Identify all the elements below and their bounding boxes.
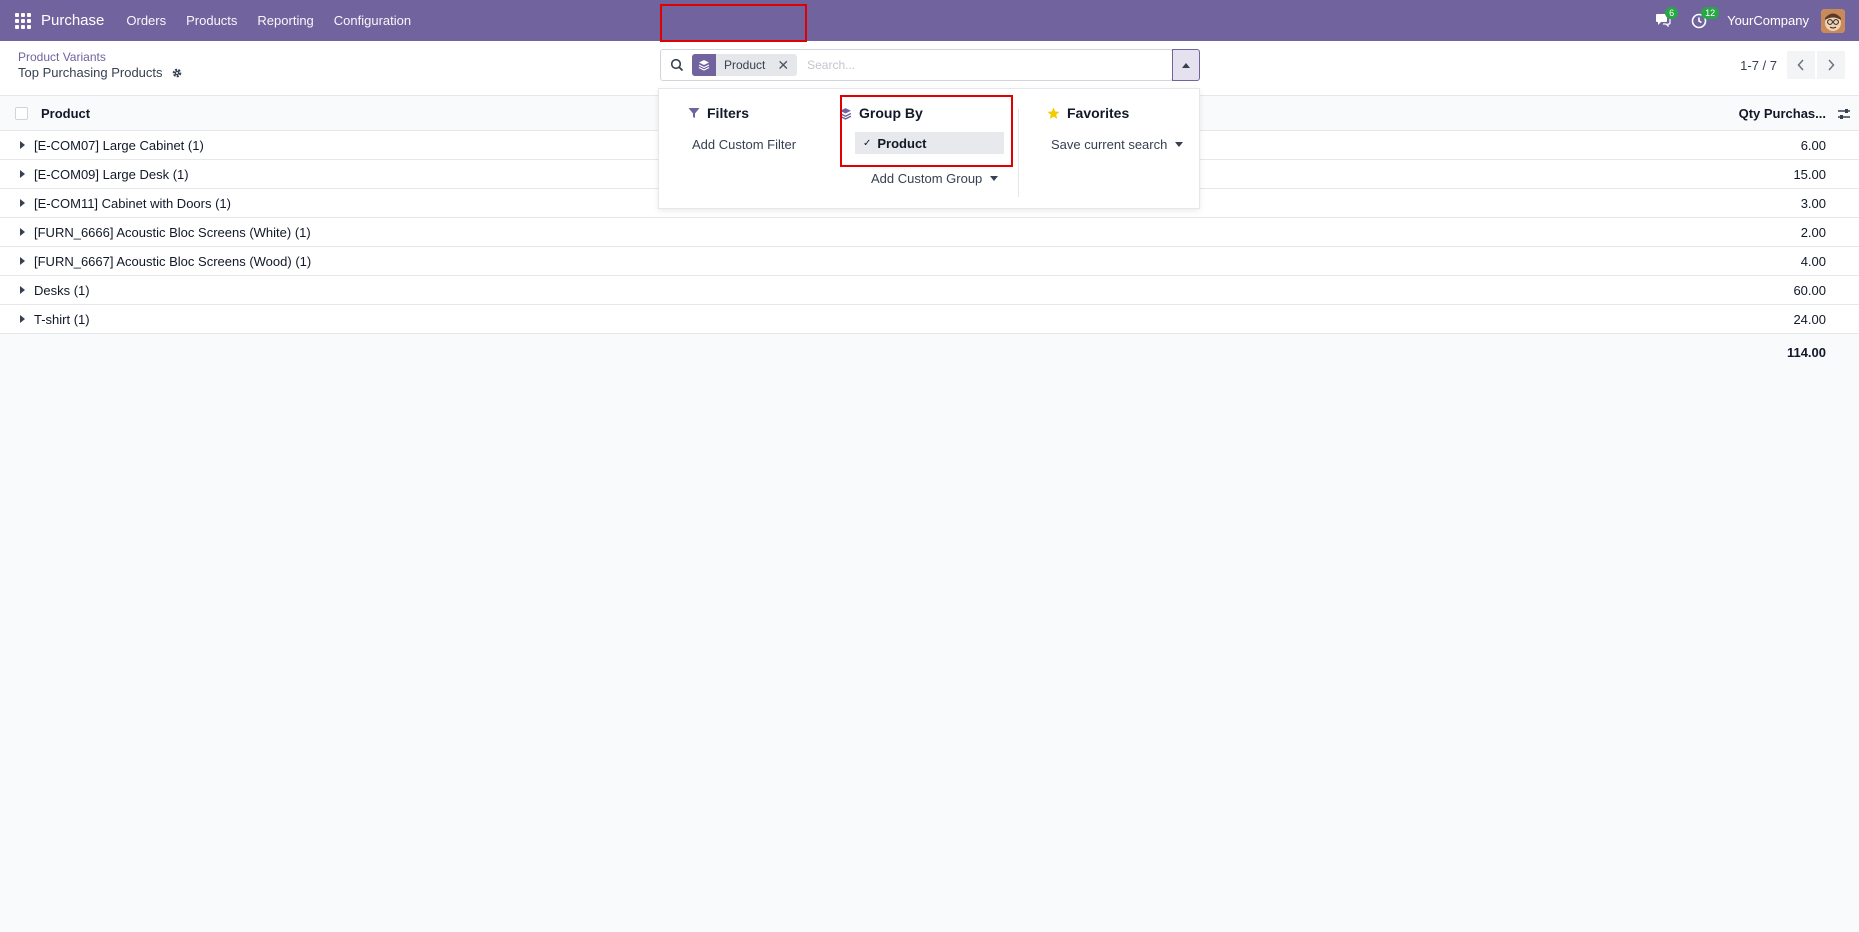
chevron-right-icon [1828, 59, 1835, 71]
group-row[interactable]: [FURN_6667] Acoustic Bloc Screens (Wood)… [0, 247, 1859, 276]
caret-right-icon [20, 199, 25, 207]
group-name: T-shirt (1) [34, 311, 90, 327]
checkmark-icon: ✓ [863, 137, 872, 149]
avatar-face-icon [1821, 8, 1845, 33]
add-custom-group-label: Add Custom Group [871, 171, 983, 186]
filters-section: Filters [688, 105, 749, 121]
facet-label: Product [724, 58, 766, 72]
layers-icon [839, 107, 852, 120]
messages-count-badge: 6 [1665, 6, 1679, 19]
add-custom-group-select[interactable]: Add Custom Group [871, 171, 999, 186]
remove-facet-close-icon[interactable]: ✕ [773, 54, 797, 76]
breadcrumb-product-variants[interactable]: Product Variants [18, 50, 106, 64]
group-qty: 2.00 [1800, 224, 1826, 240]
menu-products[interactable]: Products [186, 13, 237, 28]
gear-icon[interactable] [171, 67, 183, 79]
search-options-toggle-button[interactable] [1172, 49, 1200, 81]
pager-value[interactable]: 1-7 / 7 [1740, 58, 1777, 73]
group-by-option-label: Product [877, 135, 927, 151]
breadcrumb: Top Purchasing Products [18, 65, 183, 80]
chevron-left-icon [1797, 59, 1804, 71]
save-current-search-button[interactable]: Save current search [1051, 137, 1184, 152]
caret-down-icon [990, 176, 999, 181]
search-icon[interactable] [670, 58, 684, 72]
group-name: [E-COM07] Large Cabinet (1) [34, 137, 204, 153]
column-header-product[interactable]: Product [41, 106, 90, 121]
save-current-search-label: Save current search [1051, 137, 1168, 152]
favorites-title: Favorites [1067, 105, 1130, 121]
group-by-option-product[interactable]: ✓ Product [855, 132, 1004, 154]
apps-menu-icon[interactable] [15, 12, 31, 29]
caret-right-icon [20, 315, 25, 323]
caret-down-icon [1175, 142, 1184, 147]
group-by-title: Group By [859, 105, 923, 121]
group-qty: 3.00 [1800, 195, 1826, 211]
menu-orders[interactable]: Orders [126, 13, 166, 28]
star-icon [1047, 107, 1060, 119]
favorites-section: Favorites [1047, 105, 1129, 121]
group-qty: 24.00 [1793, 311, 1826, 327]
pager-previous-button[interactable] [1787, 51, 1815, 79]
group-row[interactable]: T-shirt (1) 24.00 [0, 305, 1859, 334]
page-title: Top Purchasing Products [18, 65, 163, 80]
filters-title: Filters [707, 105, 750, 121]
activities-button[interactable]: 12 [1691, 6, 1720, 29]
caret-right-icon [20, 170, 25, 178]
caret-right-icon [20, 228, 25, 236]
caret-up-icon [1182, 62, 1190, 68]
company-switcher[interactable]: YourCompany [1727, 13, 1809, 28]
list-footer: 114.00 [0, 334, 1859, 368]
caret-right-icon [20, 286, 25, 294]
group-qty: 15.00 [1793, 166, 1826, 182]
optional-columns-sliders-icon[interactable] [1837, 107, 1851, 121]
filter-icon [688, 108, 700, 118]
group-row[interactable]: Desks (1) 60.00 [0, 276, 1859, 305]
app-brand[interactable]: Purchase [41, 12, 104, 29]
group-by-section: Group By [839, 105, 923, 121]
group-qty: 4.00 [1800, 253, 1826, 269]
messages-button[interactable]: 6 [1655, 6, 1679, 29]
column-header-qty-purchased[interactable]: Qty Purchas... [1739, 106, 1826, 121]
group-name: [FURN_6666] Acoustic Bloc Screens (White… [34, 224, 311, 240]
caret-right-icon [20, 141, 25, 149]
group-name: [FURN_6667] Acoustic Bloc Screens (Wood)… [34, 253, 312, 269]
search-bar[interactable]: Product ✕ [660, 49, 1173, 81]
top-navbar: Purchase Orders Products Reporting Confi… [0, 0, 1859, 41]
select-all-checkbox[interactable] [15, 107, 28, 120]
group-qty: 6.00 [1800, 137, 1826, 153]
group-qty: 60.00 [1793, 282, 1826, 298]
caret-right-icon [20, 257, 25, 265]
add-custom-filter-button[interactable]: Add Custom Filter [692, 137, 796, 152]
search-facet-group-by[interactable]: Product ✕ [692, 54, 798, 76]
menu-configuration[interactable]: Configuration [334, 13, 411, 28]
search-options-dropdown: Filters Add Custom Filter Group By ✓ Pro… [658, 88, 1200, 209]
group-name: [E-COM11] Cabinet with Doors (1) [34, 195, 231, 211]
group-name: Desks (1) [34, 282, 90, 298]
menu-reporting[interactable]: Reporting [257, 13, 313, 28]
search-input[interactable] [807, 58, 1172, 72]
layers-icon [692, 54, 716, 76]
section-divider [1018, 109, 1019, 197]
total-qty: 114.00 [1786, 345, 1826, 360]
group-row[interactable]: [FURN_6666] Acoustic Bloc Screens (White… [0, 218, 1859, 247]
user-avatar[interactable] [1821, 8, 1845, 33]
pager-next-button[interactable] [1817, 51, 1845, 79]
group-name: [E-COM09] Large Desk (1) [34, 166, 189, 182]
pager: 1-7 / 7 [1740, 49, 1859, 81]
activities-count-badge: 12 [1701, 6, 1720, 19]
